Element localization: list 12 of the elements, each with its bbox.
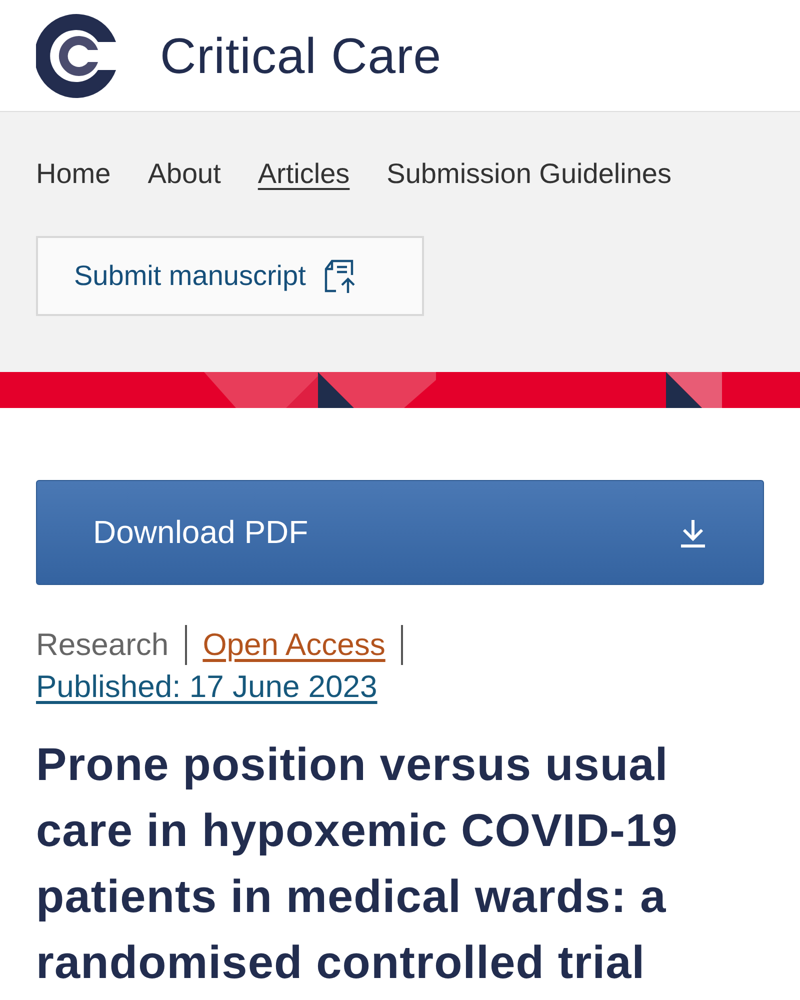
nav-link[interactable]: Articles <box>258 158 350 190</box>
journal-title: Critical Care <box>160 26 442 84</box>
download-pdf-button[interactable]: Download PDF <box>36 480 764 585</box>
article-type: Research <box>36 627 169 663</box>
nav-link[interactable]: Submission Guidelines <box>386 158 672 190</box>
open-access-link[interactable]: Open Access <box>202 627 386 663</box>
download-icon <box>679 518 707 548</box>
submit-manuscript-button[interactable]: Submit manuscript <box>36 236 424 316</box>
nav-link[interactable]: Home <box>36 158 111 190</box>
nav-link[interactable]: About <box>148 158 221 190</box>
article-title: Prone position versus usual care in hypoxemic COVID-19 patients in medical wards: a randomised controlled trial <box>36 737 679 990</box>
published-date-link[interactable]: Published: 17 June 2023 <box>36 669 378 705</box>
